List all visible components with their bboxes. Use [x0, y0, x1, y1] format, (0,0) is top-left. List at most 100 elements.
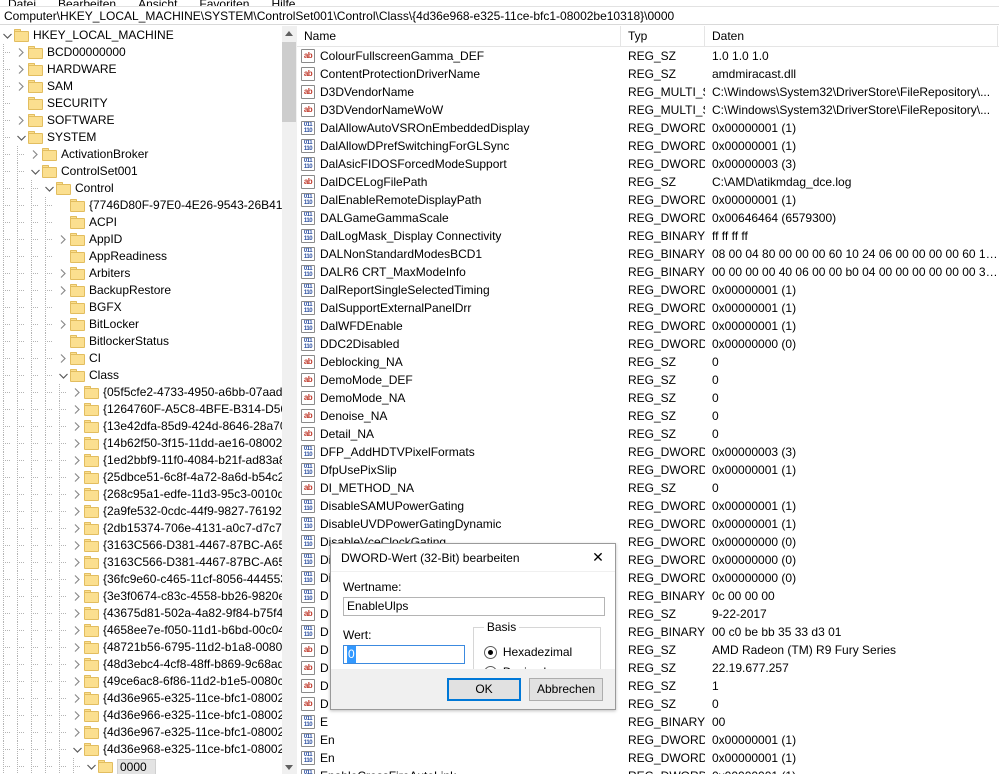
chevron-right-icon[interactable] [14, 44, 28, 61]
value-row[interactable]: DalAsicFIDOSForcedModeSupport REG_DWORD 0x… [297, 155, 999, 173]
value-row[interactable]: DalEnableRemoteDisplayPath REG_DWORD 0x000… [297, 191, 999, 209]
scroll-down-icon[interactable] [282, 759, 296, 774]
chevron-right-icon[interactable] [56, 350, 70, 367]
chevron-right-icon[interactable] [70, 401, 84, 418]
chevron-right-icon[interactable] [70, 707, 84, 724]
chevron-right-icon[interactable] [56, 231, 70, 248]
value-row[interactable]: EnableCrossFireAutoLink REG_DWORD0x000000… [297, 767, 999, 774]
column-header-typ[interactable]: Typ [621, 26, 705, 47]
tree-item[interactable]: {25dbce51-6c8f-4a72-8a6d-b54c2b4 [0, 469, 295, 486]
chevron-right-icon[interactable] [56, 316, 70, 333]
value-data-input[interactable]: 0 [343, 645, 465, 664]
chevron-right-icon[interactable] [14, 78, 28, 95]
chevron-right-icon[interactable] [28, 146, 42, 163]
value-row[interactable]: En REG_DWORD 0x00000001 (1) [297, 731, 999, 749]
tree-item[interactable]: ActivationBroker [0, 146, 295, 163]
value-row[interactable]: DisableSAMUPowerGating REG_DWORD 0x0000000… [297, 497, 999, 515]
tree-item[interactable]: HKEY_LOCAL_MACHINE [0, 27, 295, 44]
value-row[interactable]: En REG_DWORD 0x00000001 (1) [297, 749, 999, 767]
chevron-right-icon[interactable] [70, 690, 84, 707]
value-row[interactable]: DemoMode_DEF REG_SZ 0 [297, 371, 999, 389]
tree-item[interactable]: {49ce6ac8-6f86-11d2-b1e5-0080c72 [0, 673, 295, 690]
address-bar[interactable]: Computer\HKEY_LOCAL_MACHINE\SYSTEM\Contr… [0, 6, 999, 25]
chevron-right-icon[interactable] [14, 112, 28, 129]
tree-scrollbar[interactable] [282, 26, 296, 774]
value-row[interactable]: DalWFDEnable REG_DWORD 0x00000001 (1) [297, 317, 999, 335]
value-row[interactable]: DALGameGammaScale REG_DWORD 0x00646464 (65… [297, 209, 999, 227]
value-row[interactable]: ColourFullscreenGamma_DEF REG_SZ 1.0 1.0 1… [297, 47, 999, 65]
tree-item[interactable]: SYSTEM [0, 129, 295, 146]
tree-item[interactable]: {3e3f0674-c83c-4558-bb26-9820e1e( [0, 588, 295, 605]
value-row[interactable]: E REG_BINARY 00 [297, 713, 999, 731]
tree-item[interactable]: SECURITY [0, 95, 295, 112]
value-row[interactable]: DalAllowDPrefSwitchingForGLSync REG_DWORD… [297, 137, 999, 155]
chevron-right-icon[interactable] [70, 571, 84, 588]
value-row[interactable]: DisableUVDPowerGatingDynamic REG_DWORD 0x0… [297, 515, 999, 533]
tree-item[interactable]: ACPI [0, 214, 295, 231]
chevron-down-icon[interactable] [14, 129, 28, 146]
tree-item[interactable]: BGFX [0, 299, 295, 316]
scroll-up-icon[interactable] [282, 26, 296, 41]
tree-item[interactable]: {4d36e965-e325-11ce-bfc1-08002be [0, 690, 295, 707]
tree-item[interactable]: {36fc9e60-c465-11cf-8056-44455354 [0, 571, 295, 588]
column-header-daten[interactable]: Daten [705, 26, 998, 47]
chevron-right-icon[interactable] [70, 452, 84, 469]
tree-item[interactable]: {43675d81-502a-4a82-9f84-b75f418( [0, 605, 295, 622]
value-row[interactable]: DalReportSingleSelectedTiming REG_DWORD 0x… [297, 281, 999, 299]
value-row[interactable]: DalDCELogFilePath REG_SZ C:\AMD\atikmdag_d… [297, 173, 999, 191]
tree-item[interactable]: BitLocker [0, 316, 295, 333]
chevron-down-icon[interactable] [0, 27, 14, 44]
value-row[interactable]: Denoise_NA REG_SZ 0 [297, 407, 999, 425]
tree-item[interactable]: {4658ee7e-f050-11d1-b6bd-00c04fa: [0, 622, 295, 639]
chevron-right-icon[interactable] [70, 588, 84, 605]
tree-item[interactable]: SAM [0, 78, 295, 95]
chevron-right-icon[interactable] [70, 537, 84, 554]
chevron-right-icon[interactable] [70, 673, 84, 690]
tree-item[interactable]: {3163C566-D381-4467-87BC-A65A18 [0, 554, 295, 571]
tree-item[interactable]: BitlockerStatus [0, 333, 295, 350]
chevron-right-icon[interactable] [70, 486, 84, 503]
chevron-right-icon[interactable] [14, 61, 28, 78]
value-row[interactable]: Detail_NA REG_SZ 0 [297, 425, 999, 443]
tree-item[interactable]: {2db15374-706e-4131-a0c7-d7c78e( [0, 520, 295, 537]
value-row[interactable]: D3DVendorNameWoW REG_MULTI_SZ C:\Windows\S… [297, 101, 999, 119]
tree-item[interactable]: {4d36e968-e325-11ce-bfc1-08002be [0, 741, 295, 758]
radio-hexadezimal-icon[interactable] [483, 645, 497, 659]
tree-item[interactable]: {13e42dfa-85d9-424d-8646-28a70f8( [0, 418, 295, 435]
chevron-down-icon[interactable] [56, 367, 70, 384]
tree-scrollbar-thumb[interactable] [282, 42, 296, 122]
registry-tree-pane[interactable]: HKEY_LOCAL_MACHINE BCD00000000 HARDWARE SAM… [0, 26, 296, 774]
value-row[interactable]: DFP_AddHDTVPixelFormats REG_DWORD 0x000000… [297, 443, 999, 461]
tree-item[interactable]: {268c95a1-edfe-11d3-95c3-0010dc4 [0, 486, 295, 503]
chevron-down-icon[interactable] [42, 180, 56, 197]
value-row[interactable]: D3DVendorName REG_MULTI_SZ C:\Windows\Syst… [297, 83, 999, 101]
chevron-right-icon[interactable] [70, 639, 84, 656]
chevron-down-icon[interactable] [28, 163, 42, 180]
tree-item[interactable]: Class [0, 367, 295, 384]
value-row[interactable]: DalSupportExternalPanelDrr REG_DWORD 0x000… [297, 299, 999, 317]
tree-item[interactable]: {14b62f50-3f15-11dd-ae16-0800200( [0, 435, 295, 452]
tree-item[interactable]: CI [0, 350, 295, 367]
value-row[interactable]: DDC2Disabled REG_DWORD 0x00000000 (0) [297, 335, 999, 353]
tree-item[interactable]: {4d36e967-e325-11ce-bfc1-08002be [0, 724, 295, 741]
chevron-right-icon[interactable] [70, 520, 84, 537]
value-row[interactable]: DfpUsePixSlip REG_DWORD 0x00000001 (1) [297, 461, 999, 479]
chevron-right-icon[interactable] [56, 282, 70, 299]
tree-item[interactable]: {4d36e966-e325-11ce-bfc1-08002be [0, 707, 295, 724]
value-row[interactable]: ContentProtectionDriverName REG_SZ amdmira… [297, 65, 999, 83]
value-row[interactable]: DI_METHOD_NA REG_SZ 0 [297, 479, 999, 497]
chevron-right-icon[interactable] [70, 418, 84, 435]
tree-item[interactable]: {48721b56-6795-11d2-b1a8-0080c72 [0, 639, 295, 656]
column-header-name[interactable]: Name [297, 26, 621, 47]
tree-item[interactable]: {48d3ebc4-4cf8-48ff-b869-9c68ad4: [0, 656, 295, 673]
chevron-right-icon[interactable] [70, 605, 84, 622]
chevron-right-icon[interactable] [70, 435, 84, 452]
tree-item[interactable]: SOFTWARE [0, 112, 295, 129]
value-row[interactable]: DALR6 CRT_MaxModeInfo REG_BINARY 00 00 00 … [297, 263, 999, 281]
value-row[interactable]: DalLogMask_Display Connectivity REG_BINAR… [297, 227, 999, 245]
tree-item[interactable]: AppID [0, 231, 295, 248]
tree-item[interactable]: {1ed2bbf9-11f0-4084-b21f-ad83a8e( [0, 452, 295, 469]
chevron-right-icon[interactable] [70, 469, 84, 486]
close-icon[interactable]: ✕ [581, 544, 615, 571]
tree-item[interactable]: {1264760F-A5C8-4BFE-B314-D56A7E [0, 401, 295, 418]
